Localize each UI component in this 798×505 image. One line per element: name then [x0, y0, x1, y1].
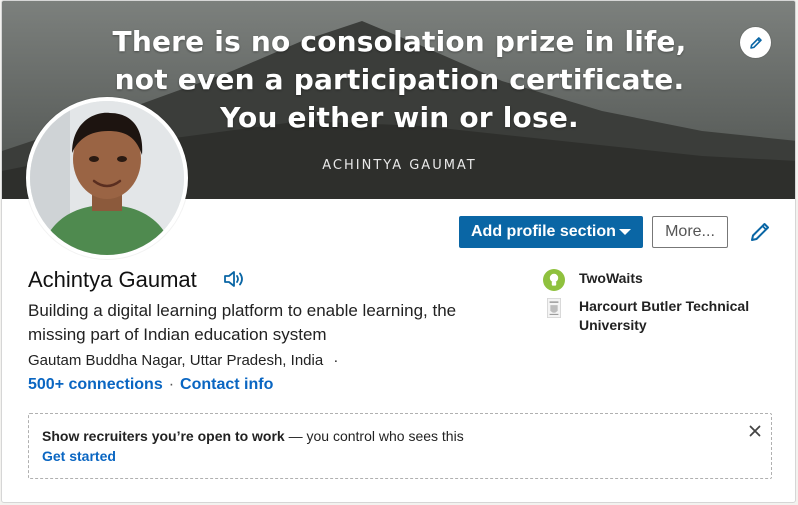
company-name: TwoWaits [579, 270, 643, 286]
add-profile-section-button[interactable]: Add profile section [459, 216, 643, 248]
location-separator: · [333, 352, 339, 369]
close-icon [749, 425, 761, 437]
contact-info-link[interactable]: Contact info [180, 376, 273, 393]
more-button[interactable]: More... [652, 216, 728, 248]
profile-location: Gautam Buddha Nagar, Uttar Pradesh, Indi… [28, 352, 324, 369]
education-school[interactable]: Harcourt Butler Technical University [543, 297, 769, 335]
school-name: Harcourt Butler Technical University [579, 298, 750, 333]
pencil-icon [749, 36, 762, 49]
caret-down-icon [619, 229, 631, 235]
speaker-icon [224, 271, 243, 287]
open-to-work-dash: — [284, 428, 307, 444]
open-to-work-title: Show recruiters you’re open to work [42, 428, 285, 444]
edit-intro-button[interactable] [748, 220, 772, 249]
profile-headline: Building a digital learning platform to … [28, 301, 457, 344]
lightbulb-logo [543, 269, 565, 291]
link-separator: · [168, 376, 175, 393]
profile-name: Achintya Gaumat [28, 267, 197, 292]
profile-photo[interactable] [26, 97, 188, 259]
more-label: More... [665, 223, 715, 240]
quote-line-1: There is no consolation prize in life, [112, 25, 687, 58]
open-to-work-box: Show recruiters you’re open to work — yo… [28, 413, 772, 479]
avatar-image [30, 101, 184, 255]
edit-banner-button[interactable] [740, 27, 771, 58]
get-started-link[interactable]: Get started [42, 448, 758, 464]
name-pronunciation-button[interactable] [223, 269, 245, 294]
profile-links: 500+ connections · Contact info [28, 376, 273, 394]
open-to-work-text: Show recruiters you’re open to work — yo… [42, 428, 758, 444]
profile-card: There is no consolation prize in life, n… [1, 0, 796, 503]
dismiss-button[interactable] [749, 424, 761, 442]
add-profile-section-label: Add profile section [471, 223, 616, 240]
current-company[interactable]: TwoWaits [543, 269, 769, 291]
profile-location-line: Gautam Buddha Nagar, Uttar Pradesh, Indi… [28, 352, 338, 369]
quote-line-2: not even a participation certificate. [114, 63, 685, 96]
pencil-icon [751, 223, 769, 241]
connections-link[interactable]: 500+ connections [28, 376, 163, 393]
university-crest-logo [547, 298, 561, 318]
open-to-work-subtitle: you control who sees this [306, 428, 464, 444]
